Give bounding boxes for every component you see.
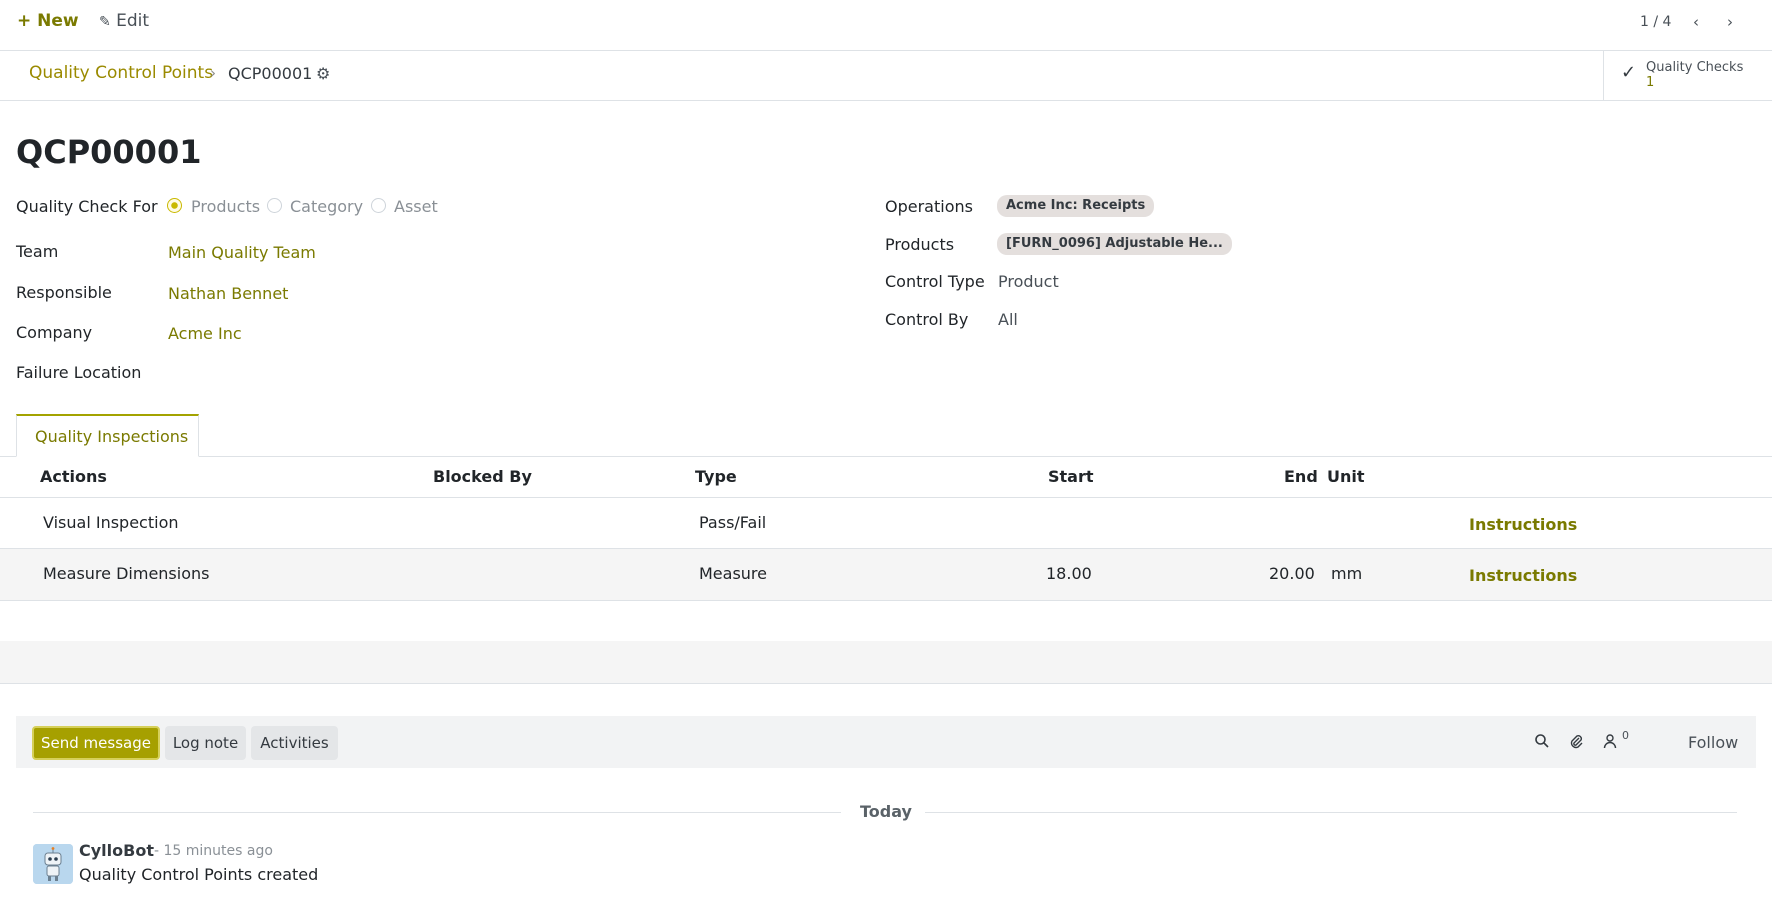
avatar[interactable] <box>33 844 73 884</box>
message-author[interactable]: CylloBot <box>79 841 154 860</box>
products-label: Products <box>885 235 955 254</box>
radio-asset[interactable] <box>371 198 386 213</box>
column-header-actions[interactable]: Actions <box>40 467 107 486</box>
radio-asset-label[interactable]: Asset <box>394 197 438 216</box>
divider <box>0 600 1772 601</box>
column-header-type[interactable]: Type <box>695 467 737 486</box>
breadcrumb-parent-link[interactable]: Quality Control Points <box>29 63 213 83</box>
followers-count: 0 <box>1622 729 1629 742</box>
send-message-button[interactable]: Send message <box>32 726 160 760</box>
divider <box>33 812 841 813</box>
new-button[interactable]: + New <box>17 11 79 31</box>
gear-icon[interactable]: ⚙ <box>316 64 330 83</box>
log-note-button[interactable]: Log note <box>165 726 246 760</box>
radio-category-label[interactable]: Category <box>290 197 363 216</box>
check-for-label: Quality Check For <box>16 197 158 216</box>
control-by-label: Control By <box>885 310 969 329</box>
row-unit[interactable]: mm <box>1331 564 1362 583</box>
radio-category[interactable] <box>267 198 282 213</box>
robot-icon <box>33 844 73 884</box>
followers-icon[interactable] <box>1603 733 1617 753</box>
company-field[interactable]: Acme Inc <box>168 324 242 343</box>
row-action[interactable]: Visual Inspection <box>43 513 179 532</box>
responsible-label: Responsible <box>16 283 112 302</box>
edit-icon: ✎ <box>99 14 111 30</box>
divider <box>0 683 1772 684</box>
divider <box>0 50 1772 51</box>
control-by-field[interactable]: All <box>998 310 1018 329</box>
radio-products-label[interactable]: Products <box>191 197 260 216</box>
instructions-link[interactable]: Instructions <box>1469 566 1577 585</box>
breadcrumb-separator-icon: › <box>210 64 216 82</box>
quality-checks-smart-button[interactable]: ✓ Quality Checks 1 <box>1603 50 1772 100</box>
activities-button[interactable]: Activities <box>251 726 338 760</box>
pager-next-icon[interactable]: › <box>1719 10 1741 34</box>
date-separator: Today <box>860 802 912 821</box>
message-timestamp: - 15 minutes ago <box>154 843 273 859</box>
smart-button-label: Quality Checks <box>1646 60 1744 75</box>
row-end[interactable]: 20.00 <box>1269 564 1315 583</box>
team-field[interactable]: Main Quality Team <box>168 243 316 262</box>
row-type[interactable]: Pass/Fail <box>699 513 766 532</box>
divider <box>925 812 1737 813</box>
pager-previous-icon[interactable]: ‹ <box>1685 10 1707 34</box>
page-title: QCP00001 <box>16 133 202 171</box>
column-header-blocked-by[interactable]: Blocked By <box>433 467 532 486</box>
paperclip-icon[interactable] <box>1568 733 1584 753</box>
table-footer <box>0 641 1772 683</box>
edit-button[interactable]: ✎ Edit <box>99 11 149 31</box>
pager-value[interactable]: 1 / 4 <box>1640 14 1671 30</box>
divider <box>0 100 1772 101</box>
failure-location-label: Failure Location <box>16 363 142 382</box>
search-icon[interactable] <box>1534 733 1550 753</box>
control-type-field[interactable]: Product <box>998 272 1059 291</box>
instructions-link[interactable]: Instructions <box>1469 515 1577 534</box>
column-header-start[interactable]: Start <box>1048 467 1094 486</box>
operations-label: Operations <box>885 197 973 216</box>
team-label: Team <box>16 242 59 261</box>
operations-tag[interactable]: Acme Inc: Receipts <box>997 195 1155 217</box>
check-icon: ✓ <box>1621 62 1637 83</box>
column-header-end[interactable]: End <box>1284 467 1318 486</box>
company-label: Company <box>16 323 93 342</box>
column-header-unit[interactable]: Unit <box>1327 467 1365 486</box>
smart-button-count: 1 <box>1646 75 1655 90</box>
edit-button-label: Edit <box>116 11 150 31</box>
row-type[interactable]: Measure <box>699 564 767 583</box>
follow-button[interactable]: Follow <box>1688 733 1738 752</box>
tab-bar-divider <box>0 456 1772 457</box>
control-type-label: Control Type <box>885 272 985 291</box>
row-action[interactable]: Measure Dimensions <box>43 564 209 583</box>
message-body: Quality Control Points created <box>79 865 319 884</box>
tab-quality-inspections[interactable]: Quality Inspections <box>16 414 199 457</box>
products-tag[interactable]: [FURN_0096] Adjustable He... <box>997 233 1232 255</box>
responsible-field[interactable]: Nathan Bennet <box>168 284 288 303</box>
radio-products[interactable] <box>167 198 182 213</box>
row-start[interactable]: 18.00 <box>1046 564 1092 583</box>
breadcrumb-current: QCP00001 <box>228 64 313 83</box>
